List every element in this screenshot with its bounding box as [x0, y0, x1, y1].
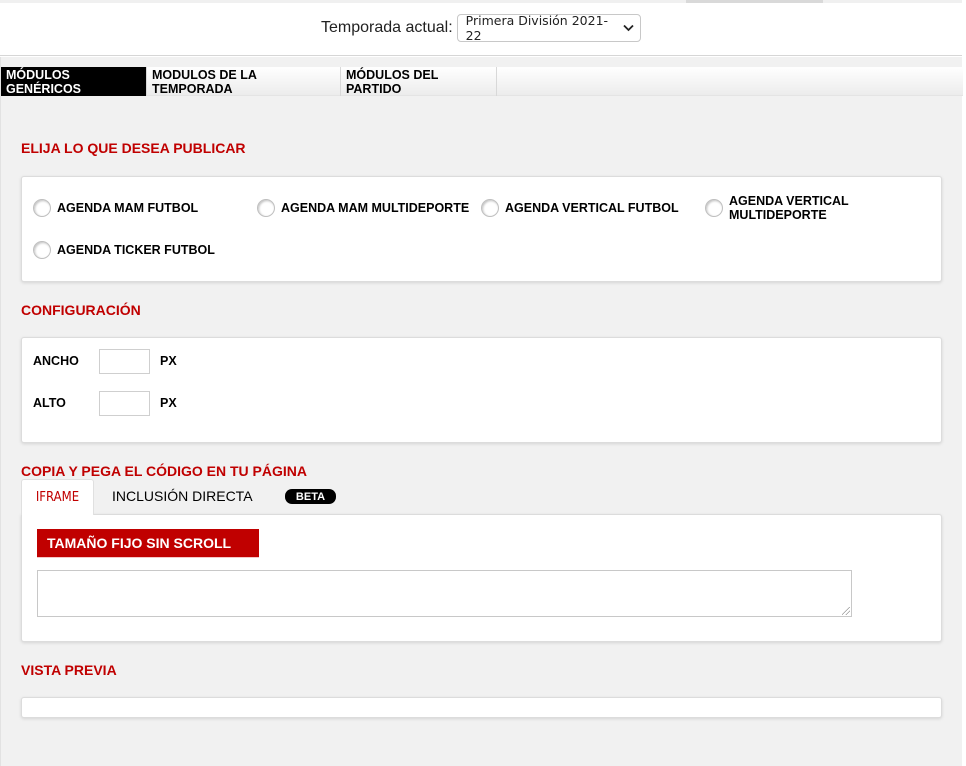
config-section-title: CONFIGURACIÓN [21, 302, 141, 318]
radio-icon[interactable] [705, 199, 723, 217]
option-agenda-mam-futbol[interactable]: AGENDA MAM FUTBOL [33, 199, 198, 217]
option-agenda-ticker-futbol[interactable]: AGENDA TICKER FUTBOL [33, 241, 215, 259]
option-label: AGENDA MAM MULTIDEPORTE [281, 201, 470, 215]
option-label: AGENDA VERTICAL FUTBOL [505, 201, 679, 215]
config-card: ANCHO PX ALTO PX [21, 337, 942, 443]
radio-icon[interactable] [33, 199, 51, 217]
height-label: ALTO [33, 396, 66, 410]
radio-icon[interactable] [257, 199, 275, 217]
publish-section-title: ELIJA LO QUE DESEA PUBLICAR [21, 140, 246, 156]
tab-inclusion-directa[interactable]: INCLUSIÓN DIRECTA [112, 488, 253, 504]
code-card: TAMAÑO FIJO SIN SCROLL [21, 514, 942, 642]
resize-grip-icon[interactable] [842, 607, 850, 615]
beta-badge: BETA [285, 489, 336, 504]
option-agenda-vertical-multideporte[interactable]: AGENDA VERTICAL MULTIDEPORTE [705, 194, 849, 222]
height-unit: PX [160, 396, 177, 410]
radio-icon[interactable] [33, 241, 51, 259]
option-label: AGENDA MAM FUTBOL [57, 201, 199, 215]
tab-iframe[interactable]: IFRAME [21, 479, 94, 515]
fixed-size-label[interactable]: TAMAÑO FIJO SIN SCROLL [37, 529, 259, 558]
top-bar: Temporada actual: Primera División 2021-… [0, 0, 962, 56]
code-section-title: COPIA Y PEGA EL CÓDIGO EN TU PÁGINA [21, 463, 308, 479]
option-label: AGENDA VERTICAL MULTIDEPORTE [729, 194, 849, 222]
season-select-value: Primera División 2021-22 [465, 13, 609, 43]
embed-code-textarea[interactable] [37, 570, 852, 617]
preview-card [21, 697, 942, 718]
tab-modulos-temporada[interactable]: MODULOS DE LA TEMPORADA [147, 67, 341, 96]
season-label: Temporada actual: [321, 19, 453, 36]
width-unit: PX [160, 354, 177, 368]
module-tabs: MÓDULOS GENÉRICOS MODULOS DE LA TEMPORAD… [1, 67, 963, 96]
season-selector-row: Temporada actual: Primera División 2021-… [321, 13, 641, 43]
preview-section-title: VISTA PREVIA [21, 662, 117, 678]
publish-options-card: AGENDA MAM FUTBOL AGENDA MAM MULTIDEPORT… [21, 176, 942, 282]
option-agenda-vertical-futbol[interactable]: AGENDA VERTICAL FUTBOL [481, 199, 679, 217]
option-agenda-mam-multideporte[interactable]: AGENDA MAM MULTIDEPORTE [257, 199, 469, 217]
tab-modulos-partido[interactable]: MÓDULOS DEL PARTIDO [341, 67, 497, 96]
width-label: ANCHO [33, 354, 79, 368]
tab-modulos-genericos[interactable]: MÓDULOS GENÉRICOS [1, 67, 147, 96]
width-input[interactable] [99, 349, 150, 374]
main-panel: MÓDULOS GENÉRICOS MODULOS DE LA TEMPORAD… [0, 57, 963, 766]
chevron-down-icon [623, 22, 634, 35]
option-label: AGENDA TICKER FUTBOL [57, 243, 215, 257]
height-input[interactable] [99, 391, 150, 416]
season-select[interactable]: Primera División 2021-22 [456, 13, 641, 43]
top-accent-bar [686, 0, 823, 3]
radio-icon[interactable] [481, 199, 499, 217]
